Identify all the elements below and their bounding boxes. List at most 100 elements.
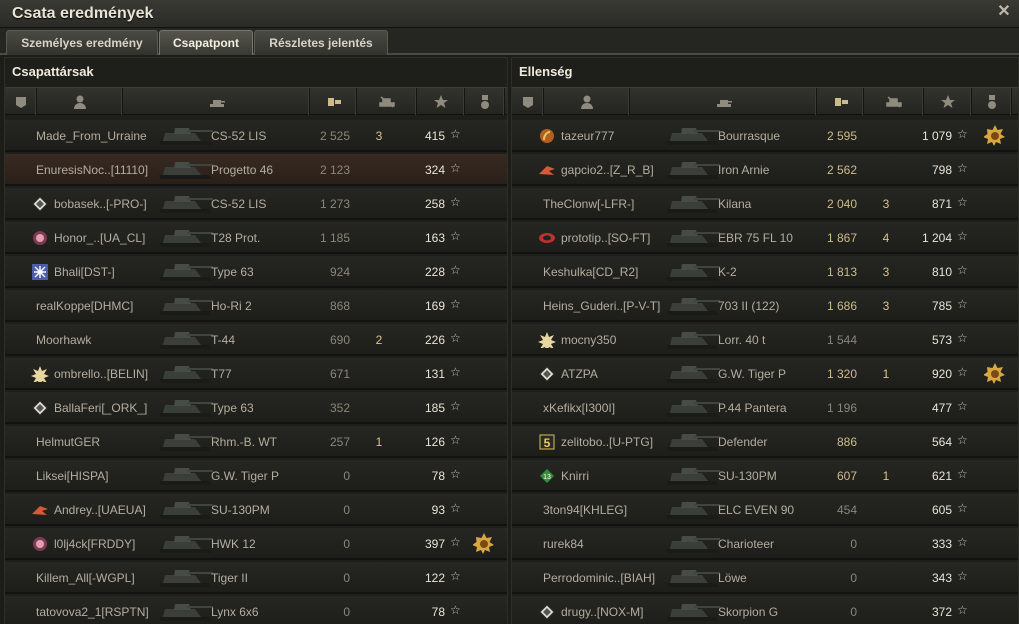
damage-value: 1 867 xyxy=(826,231,857,245)
star-icon: ☆ xyxy=(450,365,461,379)
column-header-damage[interactable] xyxy=(310,88,357,115)
column-header-medal[interactable] xyxy=(465,88,505,115)
player-row[interactable]: Perrodominic..[BIAH] Löwe 0 343 ☆ xyxy=(512,562,1018,594)
player-name[interactable]: gapcio2..[Z_R_B] xyxy=(561,163,654,177)
player-name[interactable]: Bhali[DST-] xyxy=(54,265,115,279)
player-row[interactable]: rurek84 Charioteer 0 333 ☆ xyxy=(512,528,1018,560)
player-name[interactable]: xKefikx[I300I] xyxy=(543,401,615,415)
column-header-platoon[interactable] xyxy=(512,88,544,115)
wings-clan-icon xyxy=(31,502,49,518)
player-name[interactable]: Honor_..[UA_CL] xyxy=(54,231,145,245)
player-row[interactable]: EnuresisNoc..[11110] Progetto 46 2 123 324 ☆ xyxy=(5,154,507,186)
player-name[interactable]: HelmutGER xyxy=(36,435,100,449)
player-name[interactable]: Made_From_Urraine xyxy=(36,129,147,143)
player-row[interactable]: Andrey..[UAEUA] SU-130PM 0 93 ☆ xyxy=(5,494,507,526)
player-name[interactable]: prototip..[SO-FT] xyxy=(561,231,650,245)
experience-value: 324 xyxy=(424,163,445,177)
player-row[interactable]: Bhali[DST-] Type 63 924 228 ☆ xyxy=(5,256,507,288)
star-icon: ☆ xyxy=(450,263,461,277)
player-name[interactable]: ATZPA xyxy=(561,367,598,381)
player-row[interactable]: Killem_All[-WGPL] Tiger II 0 122 ☆ xyxy=(5,562,507,594)
tab-personal-results[interactable]: Személyes eredmény xyxy=(6,30,158,55)
player-row[interactable]: bobasek..[-PRO-] CS-52 LIS 1 273 258 ☆ xyxy=(5,188,507,220)
player-row[interactable]: realKoppe[DHMC] Ho-Ri 2 868 169 ☆ xyxy=(5,290,507,322)
player-name[interactable]: bobasek..[-PRO-] xyxy=(54,197,147,211)
experience-value: 798 xyxy=(931,163,952,177)
damage-value: 0 xyxy=(343,571,350,585)
medal-badge-icon[interactable] xyxy=(983,363,1006,385)
player-name[interactable]: tazeur777 xyxy=(561,129,614,143)
star-icon: ☆ xyxy=(450,467,461,481)
close-icon[interactable]: ✕ xyxy=(995,3,1013,21)
column-header-medal[interactable] xyxy=(972,88,1012,115)
player-name[interactable]: 3ton94[KHLEG] xyxy=(543,503,627,517)
player-row[interactable]: TheClonw[-LFR-] Kilana 2 040 3 871 ☆ xyxy=(512,188,1018,220)
player-name[interactable]: Andrey..[UAEUA] xyxy=(54,503,146,517)
player-row[interactable]: xKefikx[I300I] P.44 Pantera 1 196 477 ☆ xyxy=(512,392,1018,424)
experience-value: 415 xyxy=(424,129,445,143)
player-row[interactable]: tatovova2_1[RSPTN] Lynx 6x6 0 78 ☆ xyxy=(5,596,507,624)
player-name[interactable]: TheClonw[-LFR-] xyxy=(543,197,634,211)
tank-thumbnail-icon xyxy=(157,463,215,489)
player-row[interactable]: ombrello..[BELIN] T77 671 131 ☆ xyxy=(5,358,507,390)
player-row[interactable]: BallaFeri[_ORK_] Type 63 352 185 ☆ xyxy=(5,392,507,424)
player-row[interactable]: Moorhawk T-44 690 2 226 ☆ xyxy=(5,324,507,356)
column-header-kills[interactable] xyxy=(357,88,417,115)
player-row[interactable]: 3ton94[KHLEG] ELC EVEN 90 454 605 ☆ xyxy=(512,494,1018,526)
player-row[interactable]: l0lj4ck[FRDDY] HWK 12 0 397 ☆ xyxy=(5,528,507,560)
column-header-tank[interactable] xyxy=(123,88,310,115)
player-row[interactable]: Honor_..[UA_CL] T28 Prot. 1 185 163 ☆ xyxy=(5,222,507,254)
column-header-platoon[interactable] xyxy=(5,88,37,115)
star-icon: ☆ xyxy=(957,433,968,447)
player-name[interactable]: rurek84 xyxy=(543,537,584,551)
column-header-player[interactable] xyxy=(37,88,123,115)
player-row[interactable]: HelmutGER Rhm.-B. WT 257 1 126 ☆ xyxy=(5,426,507,458)
star-icon: ☆ xyxy=(450,127,461,141)
tab-team-score[interactable]: Csapatpont xyxy=(159,30,253,55)
damage-value: 0 xyxy=(850,571,857,585)
svg-text:5: 5 xyxy=(544,436,551,450)
player-name[interactable]: mocny350 xyxy=(561,333,616,347)
player-name[interactable]: Moorhawk xyxy=(36,333,91,347)
player-row[interactable]: Liksei[HISPA] G.W. Tiger P 0 78 ☆ xyxy=(5,460,507,492)
player-row[interactable]: prototip..[SO-FT] EBR 75 FL 10 1 867 4 1 204… xyxy=(512,222,1018,254)
player-name[interactable]: Heins_Guderi..[P-V-T] xyxy=(543,299,660,313)
column-header-tank[interactable] xyxy=(630,88,817,115)
player-name[interactable]: realKoppe[DHMC] xyxy=(36,299,133,313)
column-header-experience[interactable] xyxy=(417,88,465,115)
player-name[interactable]: Liksei[HISPA] xyxy=(36,469,108,483)
player-row[interactable]: 5 zelitobo..[U-PTG] Defender 886 564 ☆ xyxy=(512,426,1018,458)
player-name[interactable]: Killem_All[-WGPL] xyxy=(36,571,135,585)
player-icon xyxy=(72,94,88,109)
player-name[interactable]: ombrello..[BELIN] xyxy=(54,367,148,381)
player-row[interactable]: tazeur777 Bourrasque 2 595 1 079 ☆ xyxy=(512,120,1018,152)
player-name[interactable]: Keshulka[CD_R2] xyxy=(543,265,638,279)
player-name[interactable]: EnuresisNoc..[11110] xyxy=(36,163,148,177)
player-name[interactable]: l0lj4ck[FRDDY] xyxy=(54,537,135,551)
star-icon: ☆ xyxy=(450,399,461,413)
player-row[interactable]: 13 Knirri SU-130PM 607 1 621 ☆ xyxy=(512,460,1018,492)
tank-thumbnail-icon xyxy=(664,259,722,285)
player-row[interactable]: Made_From_Urraine CS-52 LIS 2 525 3 415 ☆ xyxy=(5,120,507,152)
column-header-damage[interactable] xyxy=(817,88,864,115)
column-header-player[interactable] xyxy=(544,88,630,115)
column-header-kills[interactable] xyxy=(864,88,924,115)
player-row[interactable]: Heins_Guderi..[P-V-T] 703 II (122) 1 686 3 7… xyxy=(512,290,1018,322)
player-name[interactable]: zelitobo..[U-PTG] xyxy=(561,435,653,449)
star-icon: ☆ xyxy=(450,161,461,175)
column-header-experience[interactable] xyxy=(924,88,972,115)
medal-badge-icon[interactable] xyxy=(472,533,495,555)
player-name[interactable]: tatovova2_1[RSPTN] xyxy=(36,605,149,619)
damage-value: 0 xyxy=(850,537,857,551)
player-row[interactable]: gapcio2..[Z_R_B] Iron Arnie 2 562 798 ☆ xyxy=(512,154,1018,186)
player-row[interactable]: drugy..[NOX-M] Skorpion G 0 372 ☆ xyxy=(512,596,1018,624)
player-name[interactable]: BallaFeri[_ORK_] xyxy=(54,401,147,415)
player-row[interactable]: ATZPA G.W. Tiger P1 320 1 920 ☆ xyxy=(512,358,1018,390)
player-name[interactable]: Knirri xyxy=(561,469,589,483)
player-row[interactable]: mocny350 Lorr. 40 t 1 544 573 ☆ xyxy=(512,324,1018,356)
player-row[interactable]: Keshulka[CD_R2] K-2 1 813 3 810 ☆ xyxy=(512,256,1018,288)
tab-detailed-report[interactable]: Részletes jelentés xyxy=(254,30,388,55)
player-name[interactable]: Perrodominic..[BIAH] xyxy=(543,571,655,585)
player-name[interactable]: drugy..[NOX-M] xyxy=(561,605,643,619)
medal-badge-icon[interactable] xyxy=(983,125,1006,147)
